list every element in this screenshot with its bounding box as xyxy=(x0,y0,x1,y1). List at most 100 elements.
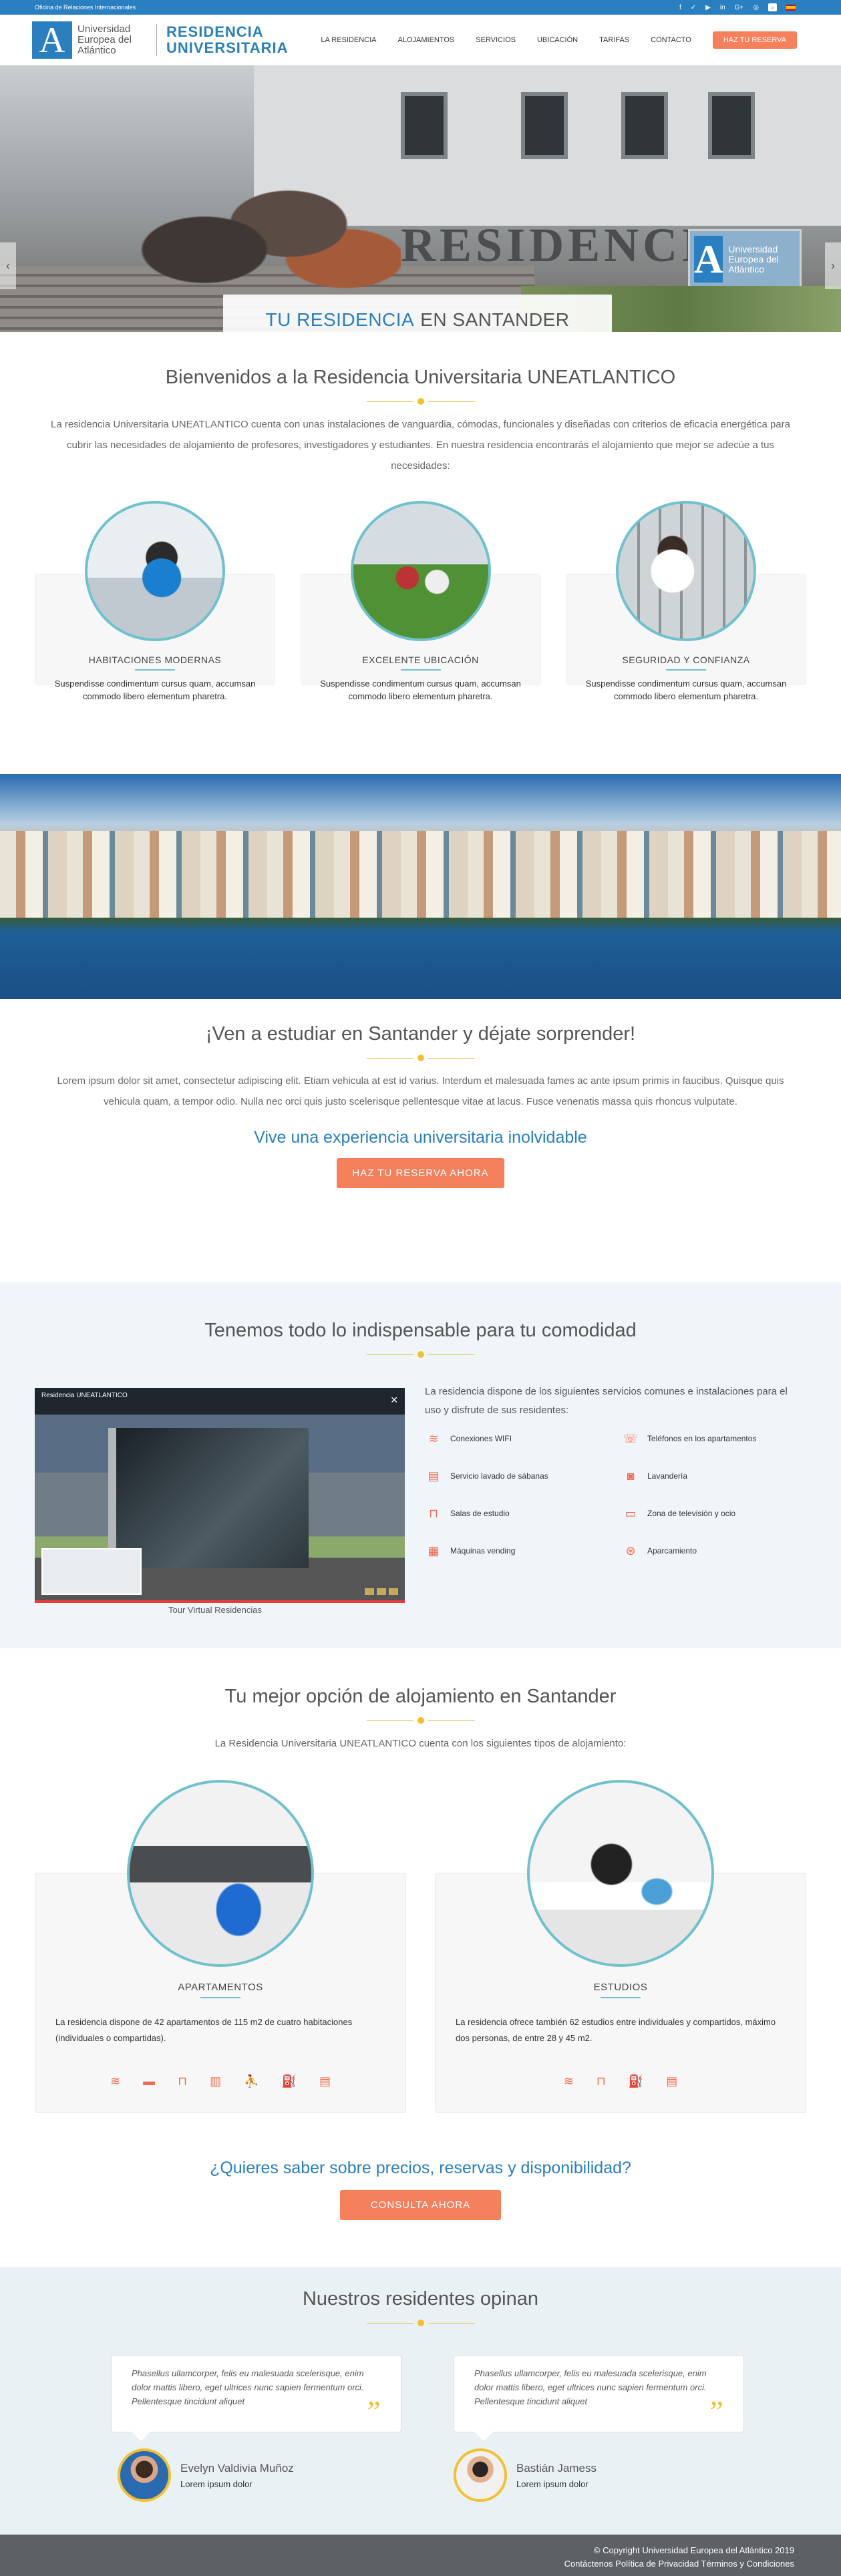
testimonial-person: Evelyn Valdivia Muñoz Lorem ipsum dolor xyxy=(118,2448,294,2502)
nav-contacto[interactable]: CONTACTO xyxy=(651,36,691,44)
heating-icon: ⛽ xyxy=(628,2074,644,2088)
footer-links[interactable]: Contáctenos Política de Privacidad Térmi… xyxy=(0,2557,794,2571)
social-icons: f ✓ ▶ in G+ ◎ ⌕ xyxy=(679,3,796,11)
city-buildings xyxy=(0,831,841,918)
accommodation-card: APARTAMENTOS La residencia dispone de 42… xyxy=(35,1780,406,2113)
feature-underline xyxy=(666,669,706,671)
feature-image xyxy=(85,501,225,641)
service-label: Servicio lavado de sábanas xyxy=(450,1471,548,1481)
study-title: ¡Ven a estudiar en Santander y déjate so… xyxy=(205,1023,636,1045)
nav-alojamientos[interactable]: ALOJAMIENTOS xyxy=(398,36,455,44)
testimonial-quote: Phasellus ullamcorper, felis eu malesuad… xyxy=(454,2355,744,2441)
desk-icon: ⊓ xyxy=(178,2074,188,2088)
logo[interactable]: A Universidad Europea del Atlántico RESI… xyxy=(32,20,289,60)
bed-icon: ▤ xyxy=(319,2074,331,2088)
reserve-button[interactable]: HAZ TU RESERVA xyxy=(712,31,797,49)
logo-university-name: Universidad Europea del Atlántico xyxy=(77,23,132,56)
feature-title: HABITACIONES MODERNAS xyxy=(88,655,222,665)
features-row: HABITACIONES MODERNAS Suspendisse condim… xyxy=(0,501,841,701)
feature-title: EXCELENTE UBICACIÓN xyxy=(362,655,479,665)
slider-next-button[interactable]: › xyxy=(825,242,841,289)
wifi-icon: ≋ xyxy=(110,2074,121,2088)
comfort-section: Tenemos todo lo indispensable para tu co… xyxy=(0,1282,841,1648)
tour-minimap[interactable] xyxy=(41,1548,142,1595)
tour-caption: Tour Virtual Residencias xyxy=(168,1605,262,1615)
apartment-image xyxy=(127,1780,314,1967)
feature-text: Suspendisse condimentum cursus quam, acc… xyxy=(320,679,521,701)
sofa-icon: ▬ xyxy=(143,2074,156,2088)
nav-ubicacion[interactable]: UBICACIÓN xyxy=(537,36,578,44)
service-item: ⊛ Aparcamiento xyxy=(622,1544,806,1557)
consult-now-button[interactable]: CONSULTA AHORA xyxy=(339,2190,502,2220)
feature-card: HABITACIONES MODERNAS Suspendisse condim… xyxy=(35,501,275,701)
service-item: ▭ Zona de televisión y ocio xyxy=(622,1507,806,1520)
slider-prev-button[interactable]: ‹ xyxy=(0,242,16,289)
service-item: ◙ Lavandería xyxy=(622,1469,806,1483)
accommodation-card: ESTUDIOS La residencia ofrece también 62… xyxy=(435,1780,806,2113)
title-separator xyxy=(0,1717,841,1724)
footer: © Copyright Universidad Europea del Atlá… xyxy=(0,2535,841,2576)
person-role: Lorem ipsum dolor xyxy=(516,2478,588,2489)
logo-divider xyxy=(156,23,157,56)
instagram-icon[interactable]: ◎ xyxy=(753,4,759,11)
welcome-text: La residencia Universitaria UNEATLANTICO… xyxy=(51,419,790,472)
bath-icon: ⛹ xyxy=(244,2074,259,2088)
wifi-icon: ≋ xyxy=(563,2074,574,2088)
hero-caption-highlight: TU RESIDENCIA xyxy=(265,309,415,330)
facebook-icon[interactable]: f xyxy=(679,4,681,11)
avatar xyxy=(454,2448,507,2502)
comfort-title: Tenemos todo lo indispensable para tu co… xyxy=(204,1320,637,1341)
hero-slider: RESIDENCIA A Universidad Europea del Atlá… xyxy=(0,65,841,332)
study-text: Lorem ipsum dolor sit amet, consectetur … xyxy=(57,1075,784,1107)
nav-la-residencia[interactable]: LA RESIDENCIA xyxy=(321,36,376,44)
top-bar-text[interactable]: Oficina de Relaciones Internacionales xyxy=(35,4,136,11)
quote-text: Phasellus ullamcorper, felis eu malesuad… xyxy=(474,2368,707,2406)
feature-text: Suspendisse condimentum cursus quam, acc… xyxy=(54,679,256,701)
logo-mark: A xyxy=(32,20,72,60)
title-separator xyxy=(0,1055,841,1061)
reserve-now-button[interactable]: HAZ TU RESERVA AHORA xyxy=(337,1158,504,1188)
service-item: ▤ Servicio lavado de sábanas xyxy=(425,1469,609,1483)
study-subtitle: Vive una experiencia universitaria inolv… xyxy=(254,1128,587,1147)
card-underline xyxy=(200,1997,240,1998)
feature-title: SEGURIDAD Y CONFIANZA xyxy=(622,655,750,665)
nav-tarifas[interactable]: TARIFAS xyxy=(599,36,629,44)
sign-logo-mark: A xyxy=(694,236,723,283)
logo-residence-name: RESIDENCIA UNIVERSITARIA xyxy=(166,23,289,56)
hero-window xyxy=(708,92,755,159)
accommodation-title-apartments: APARTAMENTOS xyxy=(178,1982,263,1993)
top-bar: Oficina de Relaciones Internacionales f … xyxy=(0,0,841,15)
bed-icon: ▤ xyxy=(428,1469,440,1483)
search-icon[interactable]: ⌕ xyxy=(768,3,777,11)
welcome-section: Bienvenidos a la Residencia Universitari… xyxy=(0,332,841,774)
main-nav: LA RESIDENCIA ALOJAMIENTOS SERVICIOS UBI… xyxy=(321,31,797,49)
vending-icon: ▦ xyxy=(428,1543,440,1557)
service-item: ☏ Teléfonos en los apartamentos xyxy=(622,1432,806,1445)
parking-icon: ⊛ xyxy=(625,1543,636,1557)
service-label: Zona de televisión y ocio xyxy=(647,1509,736,1518)
testimonials-title: Nuestros residentes opinan xyxy=(302,2288,539,2310)
feature-underline xyxy=(135,669,175,671)
service-item: ≋ Conexiones WIFI xyxy=(425,1432,609,1445)
close-icon[interactable]: ✕ xyxy=(390,1395,398,1406)
hero-window xyxy=(521,92,568,159)
header: A Universidad Europea del Atlántico RESI… xyxy=(0,15,841,65)
tour-header: Residencia UNEATLANTICO xyxy=(35,1388,405,1415)
feature-text: Suspendisse condimentum cursus quam, acc… xyxy=(585,679,787,701)
tour-controls[interactable] xyxy=(365,1588,398,1595)
kitchen-icon: ▥ xyxy=(210,2074,222,2088)
services-grid: ≋ Conexiones WIFI ☏ Teléfonos en los apart… xyxy=(425,1432,806,1557)
nav-servicios[interactable]: SERVICIOS xyxy=(476,36,516,44)
amenity-icons: ≋ ⊓ ⛽ ▤ xyxy=(436,2074,806,2088)
virtual-tour[interactable]: Residencia UNEATLANTICO ✕ xyxy=(35,1388,405,1603)
youtube-icon[interactable]: ▶ xyxy=(705,4,711,11)
spain-flag-icon[interactable] xyxy=(786,4,796,11)
person-role: Lorem ipsum dolor xyxy=(180,2478,253,2489)
heating-icon: ⛽ xyxy=(281,2074,297,2088)
twitter-icon[interactable]: ✓ xyxy=(691,4,696,11)
desk-icon: ⊓ xyxy=(596,2074,606,2088)
phone-icon: ☏ xyxy=(623,1431,639,1445)
linkedin-icon[interactable]: in xyxy=(720,4,725,11)
person-name: Bastián Jamess xyxy=(516,2461,597,2474)
googleplus-icon[interactable]: G+ xyxy=(735,4,744,11)
